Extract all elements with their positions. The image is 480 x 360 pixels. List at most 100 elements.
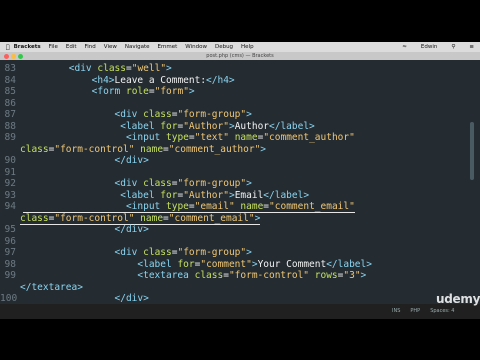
code-line[interactable]: <label for="Author">Email</label>: [23, 190, 309, 201]
code-token: <input: [125, 201, 166, 212]
code-token: <label: [137, 258, 178, 270]
window-titlebar: post.php (cms) — Brackets: [0, 52, 480, 60]
code-line[interactable]: <textarea class="form-control" rows="3">: [23, 270, 366, 281]
menu-emmet[interactable]: Emmet: [158, 44, 178, 50]
code-token: "form-control": [54, 212, 135, 224]
line-number: 94: [4, 201, 16, 212]
code-token: type: [166, 132, 189, 143]
code-token: Leave a Comment:: [114, 74, 207, 86]
menu-navigate[interactable]: Navigate: [125, 44, 150, 50]
code-token: "form-group": [177, 109, 247, 120]
code-line[interactable]: <h4>Leave a Comment:</h4>: [23, 75, 235, 86]
code-line[interactable]: <div class="well">: [23, 63, 172, 74]
code-token: "form-control": [228, 270, 310, 281]
status-right: INS PHP Spaces: 4: [392, 308, 454, 314]
line-number: 88: [4, 120, 16, 132]
code-token: >: [260, 143, 267, 155]
menu-brackets[interactable]: Brackets: [14, 44, 41, 50]
minimize-icon[interactable]: [11, 53, 16, 59]
code-line[interactable]: <label for="comment">Your Comment</label…: [23, 259, 372, 270]
menu-debug[interactable]: Debug: [215, 44, 233, 50]
line-number-gutter: 83 84 85 86 87 88 89 90 91 92 93 94 95 96 97 98 99 100: [0, 60, 22, 304]
line-number: 97: [4, 247, 16, 258]
code-token: >: [166, 63, 172, 74]
code-line[interactable]: <div class="form-group">: [23, 109, 252, 120]
code-line[interactable]: <form role="form">: [23, 86, 195, 97]
code-line[interactable]: class="form-control" name="comment_autho…: [20, 144, 266, 155]
status-language[interactable]: PHP: [410, 308, 420, 314]
code-token: class: [20, 212, 49, 224]
code-token: "email": [194, 201, 235, 212]
menu-view[interactable]: View: [104, 44, 117, 50]
scrollbar-thumb[interactable]: [470, 122, 474, 180]
code-line[interactable]: <div class="form-group">: [23, 247, 252, 258]
code-token: "form-group": [177, 247, 247, 258]
letterbox-top: [0, 0, 480, 42]
code-token: Your Comment: [257, 258, 327, 270]
code-token: for: [160, 120, 178, 132]
code-token: <form: [91, 86, 126, 97]
menu-help[interactable]: Help: [241, 44, 254, 50]
search-icon[interactable]: ⚲: [451, 44, 455, 50]
code-token: "form": [154, 86, 189, 97]
code-token: "form-group": [177, 178, 247, 189]
code-line[interactable]: </div>: [23, 224, 149, 235]
status-mode[interactable]: INS: [392, 308, 400, 314]
code-token: </textarea>: [20, 281, 83, 293]
code-line[interactable]: class="form-control" name="comment_email…: [20, 212, 261, 225]
code-token: name: [234, 132, 258, 143]
code-token: <div: [114, 178, 144, 189]
code-line[interactable]: <label for="Author">Author</label>: [23, 121, 315, 132]
code-token: <div: [68, 63, 98, 74]
menu-file[interactable]: File: [49, 44, 58, 50]
menu-find[interactable]: Find: [85, 44, 96, 50]
status-bar: INS PHP Spaces: 4: [0, 304, 480, 319]
code-token: <label: [120, 189, 161, 201]
code-line[interactable]: <div class="form-group">: [23, 178, 252, 189]
code-token: >: [246, 109, 252, 120]
code-token: "form-control": [54, 143, 135, 155]
code-token: >: [246, 247, 252, 258]
line-number: 93: [4, 189, 16, 201]
code-token: </h4>: [206, 74, 235, 86]
code-editor[interactable]: 83 84 85 86 87 88 89 90 91 92 93 94 95 96 97 98 99 100 <d…: [0, 60, 480, 304]
code-token: <label: [120, 120, 161, 132]
code-token: >: [254, 212, 261, 224]
code-token: name: [140, 212, 164, 224]
code-token: </div>: [114, 224, 149, 235]
wifi-icon[interactable]: ≈: [402, 44, 407, 50]
code-token: Email: [234, 189, 264, 201]
zoom-icon[interactable]: [18, 53, 23, 59]
code-line[interactable]: </textarea>: [20, 282, 83, 293]
menu-edit[interactable]: Edit: [66, 44, 77, 50]
code-token: </label>: [269, 120, 315, 132]
line-number: 95: [4, 224, 16, 235]
code-line[interactable]: </div>: [23, 155, 149, 166]
code-token: class: [20, 143, 49, 155]
code-line[interactable]: <input type="text" name="comment_author": [23, 132, 355, 143]
close-icon[interactable]: [4, 53, 9, 59]
line-number: 83: [4, 63, 16, 74]
menu-list-icon[interactable]: ≡: [469, 44, 474, 50]
user-name[interactable]: Edwin: [421, 44, 437, 50]
code-token: >: [188, 86, 195, 97]
code-token: <div: [114, 247, 144, 258]
apple-icon[interactable]: : [6, 44, 10, 51]
line-number: 86: [4, 97, 16, 109]
code-line[interactable]: </div>: [23, 293, 149, 304]
code-token: </div>: [114, 293, 149, 304]
code-token: rows: [314, 270, 338, 281]
code-token: <h4>: [91, 74, 115, 86]
code-token: "comment_email": [168, 212, 255, 224]
menu-window[interactable]: Window: [185, 44, 207, 50]
status-spaces[interactable]: Spaces: 4: [430, 308, 454, 314]
code-line[interactable]: <input type="email" name="comment_email": [23, 201, 355, 213]
letterbox-bottom: [0, 319, 480, 360]
code-token: </label>: [326, 258, 372, 270]
